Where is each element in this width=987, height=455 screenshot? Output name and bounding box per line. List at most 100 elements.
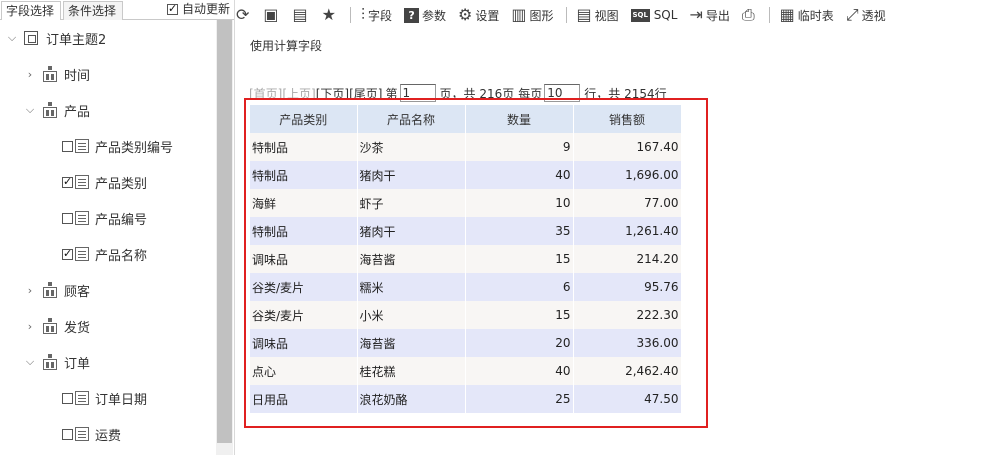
dimension-icon bbox=[42, 282, 58, 298]
table-cell: 167.40 bbox=[573, 133, 682, 161]
tree-node-label: 订单日期 bbox=[95, 392, 148, 408]
table-row: 点心 桂花糕 40 2,462.40 bbox=[250, 357, 682, 385]
tree-node-label: 产品类别 bbox=[95, 176, 148, 192]
tree-field-product-name[interactable]: 产品名称 bbox=[62, 243, 147, 265]
result-table: 产品类别 产品名称 数量 销售额 特制品 沙茶 9 167.40 特制品 猪肉干 40 1,6… bbox=[250, 105, 682, 413]
use-calculated-field-link[interactable]: 使用计算字段 bbox=[250, 37, 322, 54]
tree-field-category[interactable]: 产品类别 bbox=[62, 171, 147, 193]
table-cell: 点心 bbox=[250, 357, 358, 385]
auto-update-toggle[interactable]: 自动更新 bbox=[167, 2, 230, 16]
temp-table-button-label: 临时表 bbox=[797, 8, 834, 23]
column-header[interactable]: 产品类别 bbox=[250, 105, 358, 133]
table-row: 调味品 海苔酱 15 214.20 bbox=[250, 245, 682, 273]
tree-node-label: 产品 bbox=[64, 104, 91, 120]
field-checkbox[interactable] bbox=[62, 247, 73, 260]
tree-folder-customer[interactable]: › 顾客 bbox=[24, 279, 90, 301]
tab-field-selection[interactable]: 字段选择 bbox=[1, 1, 61, 20]
tree-field-freight[interactable]: 运费 bbox=[62, 423, 121, 445]
temp-table-button[interactable]: ▦ 临时表 bbox=[780, 3, 834, 27]
param-button[interactable]: ? 参数 bbox=[404, 3, 446, 27]
chevron-right-icon[interactable]: › bbox=[24, 68, 36, 81]
scrollbar-thumb[interactable] bbox=[217, 20, 232, 443]
settings-button-label: 设置 bbox=[475, 8, 500, 23]
save-as-button[interactable]: ▤ bbox=[293, 3, 311, 27]
table-row: 特制品 猪肉干 35 1,261.40 bbox=[250, 217, 682, 245]
field-checkbox[interactable] bbox=[62, 428, 73, 440]
tab-condition-selection[interactable]: 条件选择 bbox=[63, 1, 123, 20]
tree-node-label: 产品类别编号 bbox=[95, 140, 174, 156]
tree-field-category-id[interactable]: 产品类别编号 bbox=[62, 135, 173, 157]
table-row: 日用品 浪花奶酪 25 47.50 bbox=[250, 385, 682, 413]
table-cell: 6 bbox=[465, 273, 574, 301]
chevron-down-icon[interactable]: ⌵ bbox=[6, 31, 18, 45]
table-cell: 336.00 bbox=[573, 329, 682, 357]
toolbar-separator bbox=[768, 7, 770, 23]
table-cell: 调味品 bbox=[250, 245, 358, 273]
column-header[interactable]: 销售额 bbox=[573, 105, 682, 133]
settings-button[interactable]: ⚙ 设置 bbox=[458, 3, 499, 27]
table-cell: 15 bbox=[465, 245, 574, 273]
field-button-label: 字段 bbox=[368, 8, 393, 23]
field-icon bbox=[75, 247, 89, 261]
tree-root[interactable]: ⌵ 订单主题2 bbox=[6, 27, 106, 49]
chevron-down-icon[interactable]: ⌵ bbox=[24, 355, 36, 369]
field-selection-panel: 字段选择 条件选择 自动更新 ⌵ 订单主题2 › 时间 ⌵ 产品 产品类别编号 bbox=[0, 0, 234, 455]
table-cell: 特制品 bbox=[250, 217, 358, 245]
print-button[interactable]: ⎙ bbox=[742, 3, 758, 27]
table-cell: 特制品 bbox=[250, 161, 358, 189]
table-cell: 特制品 bbox=[250, 133, 358, 161]
table-cell: 海苔酱 bbox=[357, 329, 466, 357]
chevron-right-icon[interactable]: › bbox=[24, 284, 36, 297]
tree-field-order-date[interactable]: 订单日期 bbox=[62, 387, 147, 409]
table-cell: 47.50 bbox=[573, 385, 682, 413]
view-button[interactable]: ▤ 视图 bbox=[577, 3, 619, 27]
chevron-right-icon[interactable]: › bbox=[24, 320, 36, 333]
table-cell: 虾子 bbox=[357, 189, 466, 217]
table-cell: 谷类/麦片 bbox=[250, 273, 358, 301]
export-button[interactable]: ⇥ 导出 bbox=[689, 3, 729, 27]
export-button-label: 导出 bbox=[705, 8, 730, 23]
refresh-button[interactable]: ⟳ bbox=[236, 3, 252, 27]
table-cell: 1,261.40 bbox=[573, 217, 682, 245]
table-cell: 1,696.00 bbox=[573, 161, 682, 189]
chevron-down-icon[interactable]: ⌵ bbox=[24, 103, 36, 117]
field-checkbox[interactable] bbox=[62, 392, 73, 404]
table-cell: 40 bbox=[465, 357, 574, 385]
field-checkbox[interactable] bbox=[62, 140, 73, 152]
refresh-icon: ⟳ bbox=[236, 5, 250, 24]
toolbar: ⟳ ▣ ▤ ★ ⫶ 字段 ? 参数 ⚙ 设置 ▥ 图形 ▤ 视图 SQL SQL ⇥ 导出 ⎙… bbox=[236, 0, 987, 30]
table-header-row: 产品类别 产品名称 数量 销售额 bbox=[250, 105, 682, 133]
tree-folder-shipping[interactable]: › 发货 bbox=[24, 315, 90, 337]
sql-icon: SQL bbox=[630, 8, 650, 22]
sql-button-label: SQL bbox=[653, 8, 678, 22]
sql-button[interactable]: SQL SQL bbox=[630, 3, 678, 27]
tree-folder-time[interactable]: › 时间 bbox=[24, 63, 90, 85]
tree-folder-product[interactable]: ⌵ 产品 bbox=[24, 99, 90, 121]
field-icon bbox=[75, 211, 89, 225]
table-cell: 海苔酱 bbox=[357, 245, 466, 273]
table-cell: 10 bbox=[465, 189, 574, 217]
panel-splitter[interactable] bbox=[234, 0, 235, 455]
pivot-button[interactable]: ⤢ 透视 bbox=[846, 3, 886, 27]
favorite-button[interactable]: ★ bbox=[322, 3, 339, 27]
save-button[interactable]: ▣ bbox=[263, 3, 281, 27]
field-tree: ⌵ 订单主题2 › 时间 ⌵ 产品 产品类别编号 产品类别 产品编号 bbox=[0, 20, 216, 455]
table-cell: 77.00 bbox=[573, 189, 682, 217]
tree-scrollbar[interactable] bbox=[216, 20, 233, 455]
table-row: 特制品 猪肉干 40 1,696.00 bbox=[250, 161, 682, 189]
field-checkbox[interactable] bbox=[62, 212, 73, 224]
field-checkbox[interactable] bbox=[62, 175, 73, 188]
toolbar-separator bbox=[565, 7, 567, 23]
column-header[interactable]: 产品名称 bbox=[357, 105, 466, 133]
chart-button[interactable]: ▥ 图形 bbox=[511, 3, 553, 27]
panel-tabs: 字段选择 条件选择 自动更新 bbox=[0, 0, 234, 20]
dimension-icon bbox=[42, 354, 58, 370]
tree-folder-order[interactable]: ⌵ 订单 bbox=[24, 351, 90, 373]
view-icon: ▤ bbox=[576, 5, 592, 24]
auto-update-checkbox[interactable] bbox=[167, 2, 178, 16]
column-header[interactable]: 数量 bbox=[465, 105, 574, 133]
gear-icon: ⚙ bbox=[458, 5, 473, 24]
tree-node-label: 产品名称 bbox=[95, 248, 148, 264]
field-button[interactable]: ⫶ 字段 bbox=[361, 3, 392, 27]
tree-field-product-id[interactable]: 产品编号 bbox=[62, 207, 147, 229]
